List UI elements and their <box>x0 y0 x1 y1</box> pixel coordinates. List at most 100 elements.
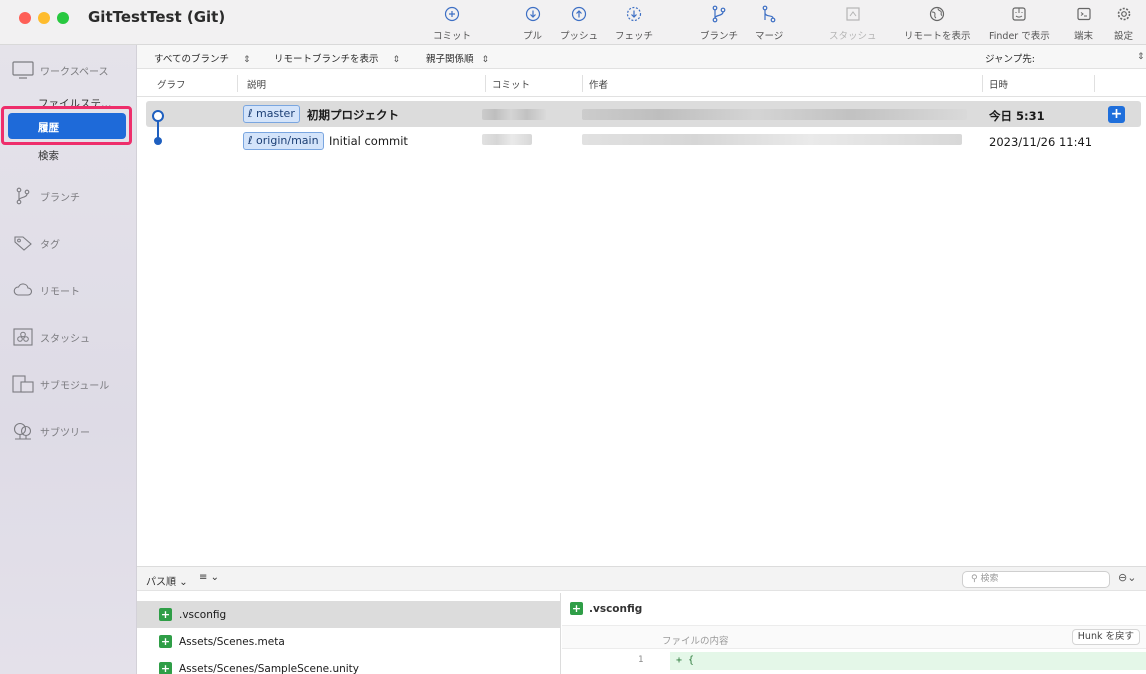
column-divider[interactable] <box>485 75 486 92</box>
sidebar-section-branches[interactable]: ブランチ <box>12 187 80 205</box>
minimize-window-button[interactable] <box>38 12 50 24</box>
column-author[interactable]: 作者 <box>589 77 608 91</box>
sidebar-section-remotes[interactable]: リモート <box>12 281 80 299</box>
more-options-button[interactable]: ⊖⌄ <box>1118 571 1136 584</box>
show-in-finder-label: Finder で表示 <box>989 31 1050 42</box>
sidebar-label-remotes: リモート <box>40 286 80 298</box>
redacted-author <box>582 109 967 120</box>
stash-button[interactable]: スタッシュ <box>829 5 877 43</box>
sidebar-item-search[interactable]: 検索 <box>38 148 59 163</box>
file-item[interactable]: + Assets/Scenes.meta <box>137 628 561 655</box>
commit-row[interactable]: ℓ origin/main Initial commit 2023/11/26 … <box>146 128 1141 154</box>
commit-row[interactable]: ℓ master 初期プロジェクト 今日 5:31 + <box>146 101 1141 127</box>
terminal-button[interactable]: 端末 <box>1074 5 1093 43</box>
push-button[interactable]: プッシュ <box>560 5 598 43</box>
updown-chevron-icon[interactable]: ⇕ <box>1137 51 1145 62</box>
diff-line: 1 + { <box>562 652 1146 670</box>
file-name: .vsconfig <box>179 609 227 621</box>
added-file-icon: + <box>159 635 172 648</box>
sidebar-label-submodules: サブモジュール <box>40 380 110 392</box>
add-button[interactable]: + <box>1108 106 1125 123</box>
pull-button[interactable]: プル <box>523 5 542 43</box>
line-number: 1 <box>638 655 644 665</box>
column-commit[interactable]: コミット <box>492 77 530 91</box>
updown-chevron-icon: ⇕ <box>392 55 401 65</box>
tag-icon <box>12 234 34 252</box>
branch-filter-select[interactable]: すべてのブランチ ⇕ <box>154 51 251 65</box>
fetch-button[interactable]: フェッチ <box>615 5 653 43</box>
stash-icon <box>12 328 34 346</box>
sidebar-section-stashes[interactable]: スタッシュ <box>12 328 90 346</box>
sidebar-section-workspace[interactable]: ワークスペース <box>12 61 109 79</box>
pull-icon <box>525 5 541 23</box>
column-description[interactable]: 説明 <box>247 77 266 91</box>
diff-file-header: + .vsconfig <box>570 602 642 615</box>
column-divider[interactable] <box>982 75 983 92</box>
branch-label: ブランチ <box>700 31 739 42</box>
sidebar-section-tags[interactable]: タグ <box>12 234 60 252</box>
remote-filter-value: リモートブランチを表示 <box>274 54 379 65</box>
merge-icon <box>761 5 777 23</box>
remote-filter-select[interactable]: リモートブランチを表示 ⇕ <box>274 51 400 65</box>
branch-tag: ℓ master <box>243 105 300 123</box>
stash-icon <box>845 5 861 23</box>
settings-button[interactable]: 設定 <box>1114 5 1133 43</box>
commit-button[interactable]: コミット <box>433 5 471 43</box>
fetch-label: フェッチ <box>615 31 654 42</box>
sidebar-section-submodules[interactable]: サブモジュール <box>12 375 109 393</box>
added-file-icon: + <box>159 662 172 674</box>
gear-icon <box>1116 5 1132 23</box>
title-bar: GitTestTest (Git) コミット プル プッシュ フェッチ ブランチ <box>0 0 1146 45</box>
detail-toolbar: パス順 ⌄ ≡ ⌄ ⚲ 検索 ⊖⌄ <box>137 567 1146 591</box>
monitor-icon <box>12 61 34 79</box>
finder-icon <box>1011 5 1027 23</box>
graph-head-node <box>152 110 164 122</box>
sidebar-label-branches: ブランチ <box>40 192 80 204</box>
graph-node <box>154 137 162 145</box>
commit-detail-pane: パス順 ⌄ ≡ ⌄ ⚲ 検索 ⊖⌄ + .vsconfig + Assets/S… <box>137 566 1146 674</box>
branch-tag-label: master <box>256 107 295 120</box>
updown-chevron-icon: ⇕ <box>481 55 490 65</box>
file-name: Assets/Scenes/SampleScene.unity <box>179 663 360 674</box>
jump-to-label: ジャンプ先: <box>985 54 1035 65</box>
sidebar-label-subtrees: サブツリー <box>40 427 90 439</box>
filter-bar: すべてのブランチ ⇕ リモートブランチを表示 ⇕ 親子関係順 ⇕ ジャンプ先: ⇕ <box>137 45 1146 69</box>
zoom-window-button[interactable] <box>57 12 69 24</box>
column-date[interactable]: 日時 <box>989 77 1008 91</box>
merge-button[interactable]: マージ <box>755 5 783 43</box>
diff-view: + .vsconfig ファイルの内容 Hunk を戻す 1 + { <box>562 593 1146 674</box>
push-icon <box>571 5 587 23</box>
commit-icon <box>444 5 460 23</box>
file-item[interactable]: + Assets/Scenes/SampleScene.unity <box>137 655 561 674</box>
show-remote-label: リモートを表示 <box>904 31 971 42</box>
column-divider[interactable] <box>237 75 238 92</box>
order-select[interactable]: 親子関係順 ⇕ <box>426 51 489 65</box>
show-in-finder-button[interactable]: Finder で表示 <box>989 5 1050 43</box>
jump-to-select[interactable]: ジャンプ先: <box>985 51 1035 65</box>
globe-icon <box>929 5 945 23</box>
sidebar-label-workspace: ワークスペース <box>40 66 109 78</box>
line-content: + { <box>670 652 1146 670</box>
close-window-button[interactable] <box>19 12 31 24</box>
terminal-icon <box>1076 5 1092 23</box>
branch-filter-value: すべてのブランチ <box>154 54 229 65</box>
file-item[interactable]: + .vsconfig <box>137 601 561 628</box>
column-divider[interactable] <box>1094 75 1095 92</box>
branch-button[interactable]: ブランチ <box>700 5 738 43</box>
sidebar-section-subtrees[interactable]: サブツリー <box>12 422 90 440</box>
revert-hunk-button[interactable]: Hunk を戻す <box>1071 629 1140 645</box>
sort-order-select[interactable]: パス順 ⌄ <box>146 573 188 588</box>
search-input[interactable]: ⚲ 検索 <box>962 571 1110 588</box>
hunk-title: ファイルの内容 <box>662 636 729 647</box>
chevron-down-icon: ⌄ <box>1127 571 1137 584</box>
order-value: 親子関係順 <box>426 54 474 65</box>
push-label: プッシュ <box>560 31 599 42</box>
show-remote-button[interactable]: リモートを表示 <box>904 5 971 43</box>
file-name: Assets/Scenes.meta <box>179 636 285 648</box>
list-view-select[interactable]: ≡ ⌄ <box>199 572 219 583</box>
fetch-icon <box>626 5 642 23</box>
column-divider[interactable] <box>582 75 583 92</box>
submodule-icon <box>12 375 34 393</box>
column-graph[interactable]: グラフ <box>157 77 186 91</box>
merge-label: マージ <box>755 31 784 42</box>
